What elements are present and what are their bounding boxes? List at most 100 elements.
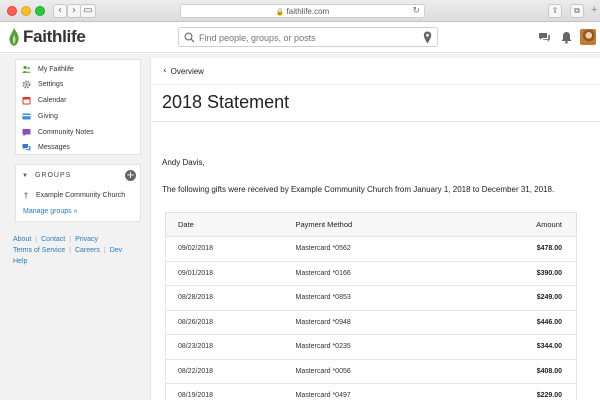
groups-heading: GROUPS xyxy=(34,172,72,179)
group-item-example-community-church[interactable]: † Example Community Church xyxy=(24,191,125,200)
add-group-icon[interactable]: + xyxy=(125,170,136,181)
column-header-date: Date xyxy=(165,212,296,237)
sidebar-item-community-notes[interactable]: Community Notes xyxy=(22,125,94,139)
browser-sidebar-button[interactable]: ▭ xyxy=(80,4,96,18)
overview-back-link[interactable]: ‹ Overview xyxy=(163,66,204,76)
cell-payment-method: Mastercard *0948 xyxy=(295,310,476,335)
statement-panel: ‹ Overview 2018 Statement Andy Davis, Th… xyxy=(150,58,600,400)
cell-payment-method: Mastercard *0562 xyxy=(295,236,476,262)
messages-icon xyxy=(22,143,31,151)
collapse-triangle-icon: ▼ xyxy=(22,172,29,179)
cell-date: 08/22/2018 xyxy=(165,359,296,384)
cell-amount: $446.00 xyxy=(475,310,577,335)
chevron-left-icon: ‹ xyxy=(163,66,167,76)
cell-amount: $408.00 xyxy=(475,359,577,384)
cell-payment-method: Mastercard *0853 xyxy=(295,285,476,311)
notes-icon xyxy=(22,128,31,136)
cell-payment-method: Mastercard *0166 xyxy=(295,261,476,286)
help-link[interactable]: Help xyxy=(13,256,27,267)
table-row: 08/22/2018 Mastercard *0056 $408.00 xyxy=(165,359,577,384)
table-header-row: Date Payment Method Amount xyxy=(165,212,577,237)
gear-icon xyxy=(22,80,31,88)
cell-amount: $249.00 xyxy=(475,285,577,311)
dev-link[interactable]: Dev xyxy=(110,245,122,256)
location-pin-icon[interactable] xyxy=(423,31,432,44)
notifications-bell-icon[interactable] xyxy=(560,31,573,44)
manage-groups-link[interactable]: Manage groups » xyxy=(23,208,77,215)
share-button[interactable]: ⇪ xyxy=(548,4,562,18)
sidebar-item-calendar[interactable]: Calendar xyxy=(22,93,66,107)
sidebar-item-label: Community Notes xyxy=(38,128,94,136)
new-tab-button[interactable]: + xyxy=(591,4,597,16)
search-input[interactable] xyxy=(199,30,419,45)
search-icon xyxy=(184,32,195,43)
maximize-window-button[interactable] xyxy=(35,6,45,16)
sidebar-item-label: Giving xyxy=(38,112,58,120)
statement-intro: The following gifts were received by Exa… xyxy=(162,185,555,194)
privacy-link[interactable]: Privacy xyxy=(75,234,98,245)
gifts-table: Date Payment Method Amount 09/02/2018 Mas… xyxy=(165,212,577,400)
cell-payment-method: Mastercard *0056 xyxy=(295,359,476,384)
footer-links: About | Contact | Privacy Terms of Service… xyxy=(13,234,123,267)
sidebar-item-label: Messages xyxy=(38,143,70,151)
title-bar: 2018 Statement xyxy=(151,84,600,122)
groups-panel: ▼ GROUPS + † Example Community Church Ma… xyxy=(15,164,141,222)
church-cross-icon: † xyxy=(24,191,28,200)
groups-toggle[interactable]: ▼ GROUPS xyxy=(22,172,71,179)
careers-link[interactable]: Careers xyxy=(75,245,100,256)
calendar-icon xyxy=(22,96,31,104)
page-title: 2018 Statement xyxy=(162,92,290,112)
about-link[interactable]: About xyxy=(13,234,31,245)
chat-icon[interactable] xyxy=(538,31,551,44)
sidebar-nav: My Faithlife Settings Calendar Giving Co… xyxy=(15,59,141,155)
sidebar-item-label: Calendar xyxy=(38,96,67,104)
brand-name: Faithlife xyxy=(23,27,86,46)
cell-amount: $390.00 xyxy=(475,261,577,286)
salutation: Andy Davis, xyxy=(162,158,205,167)
cell-payment-method: Mastercard *0235 xyxy=(295,334,476,360)
cell-date: 08/28/2018 xyxy=(165,285,296,311)
contact-link[interactable]: Contact xyxy=(41,234,65,245)
lock-icon: 🔒 xyxy=(275,9,285,16)
address-bar[interactable]: 🔒 faithlife.com ↻ xyxy=(180,4,425,18)
column-header-method: Payment Method xyxy=(295,212,476,237)
browser-toolbar: ‹ › ▭ 🔒 faithlife.com ↻ ⇪ ⧉ + xyxy=(0,0,600,22)
search-box[interactable] xyxy=(178,27,438,47)
overview-label: Overview xyxy=(170,66,204,76)
terms-of-service-link[interactable]: Terms of Service xyxy=(13,245,65,256)
group-item-label: Example Community Church xyxy=(36,192,126,199)
cell-date: 08/23/2018 xyxy=(165,334,296,360)
faithlife-logo[interactable]: Faithlife xyxy=(8,27,86,47)
sidebar-item-settings[interactable]: Settings xyxy=(22,77,63,91)
table-row: 08/19/2018 Mastercard *0497 $229.00 xyxy=(165,383,577,400)
table-row: 08/23/2018 Mastercard *0235 $344.00 xyxy=(165,334,577,360)
cell-amount: $344.00 xyxy=(475,334,577,360)
sidebar-item-my-faithlife[interactable]: My Faithlife xyxy=(22,62,74,76)
browser-forward-button[interactable]: › xyxy=(67,4,81,18)
cell-payment-method: Mastercard *0497 xyxy=(295,383,476,400)
user-avatar[interactable] xyxy=(580,29,596,45)
card-icon xyxy=(22,113,31,119)
cell-amount: $229.00 xyxy=(475,383,577,400)
people-icon xyxy=(22,65,31,73)
sidebar-item-giving[interactable]: Giving xyxy=(22,109,58,123)
minimize-window-button[interactable] xyxy=(21,6,31,16)
cell-amount: $478.00 xyxy=(475,236,577,262)
column-header-amount: Amount xyxy=(475,212,577,237)
cell-date: 09/02/2018 xyxy=(165,236,296,262)
tab-overview-button[interactable]: ⧉ xyxy=(570,4,584,18)
sidebar-item-label: My Faithlife xyxy=(38,65,74,73)
cell-date: 08/26/2018 xyxy=(165,310,296,335)
sidebar-item-label: Settings xyxy=(38,80,64,88)
cell-date: 09/01/2018 xyxy=(165,261,296,286)
cell-date: 08/19/2018 xyxy=(165,383,296,400)
table-row: 09/01/2018 Mastercard *0166 $390.00 xyxy=(165,261,577,286)
reload-icon[interactable]: ↻ xyxy=(412,5,420,18)
table-row: 08/28/2018 Mastercard *0853 $249.00 xyxy=(165,285,577,311)
gifts-table-body: 09/02/2018 Mastercard *0562 $478.00 09/01/2… xyxy=(165,236,577,400)
address-text: faithlife.com xyxy=(286,7,330,16)
app-header: Faithlife xyxy=(0,23,600,53)
sidebar-item-messages[interactable]: Messages xyxy=(22,140,70,154)
close-window-button[interactable] xyxy=(7,6,17,16)
browser-back-button[interactable]: ‹ xyxy=(53,4,67,18)
